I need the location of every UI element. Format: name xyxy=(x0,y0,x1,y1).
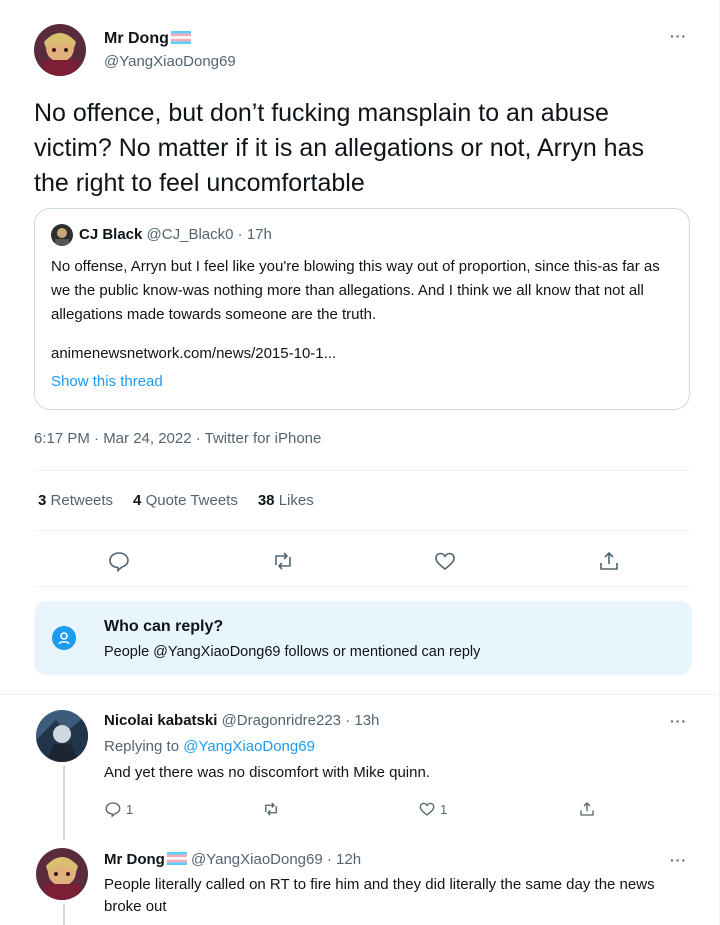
like-count: 1 xyxy=(440,801,448,817)
reply-time: · 13h xyxy=(345,712,380,729)
share-icon xyxy=(580,802,594,816)
like-icon xyxy=(419,802,435,816)
retweets-count: 3 xyxy=(38,492,47,509)
reply-time: · 12h xyxy=(326,851,362,868)
quotes-count: 4 xyxy=(133,492,142,509)
quoted-avatar[interactable] xyxy=(51,224,73,246)
who-can-reply-box: Who can reply? People @YangXiaoDong69 fo… xyxy=(34,601,692,675)
quoted-handle[interactable]: @CJ_Black0 xyxy=(147,226,234,243)
retweets-stat[interactable]: 3 Retweets xyxy=(38,492,113,509)
avatar[interactable] xyxy=(36,848,88,900)
tweet-stats: 3 Retweets 4 Quote Tweets 38 Likes xyxy=(38,492,314,509)
reply-handle[interactable]: @YangXiaoDong69 xyxy=(191,851,323,868)
reply-header: Mr Dong @YangXiaoDong69 · 12h xyxy=(104,851,361,868)
replying-prefix: Replying to xyxy=(104,738,180,755)
thread-line xyxy=(63,904,65,925)
tweet-timestamp[interactable]: 6:17 PM · Mar 24, 2022 · Twitter for iPh… xyxy=(34,430,321,447)
reply-button[interactable]: 1 xyxy=(104,800,133,820)
reply-icon xyxy=(105,802,121,818)
trans-flag-icon xyxy=(166,852,187,865)
reply-count: 1 xyxy=(126,801,134,817)
more-options-icon[interactable]: ··· xyxy=(670,713,687,729)
retweet-icon[interactable] xyxy=(268,546,298,576)
quoted-text: No offense, Arryn but I feel like you're… xyxy=(51,258,660,323)
quoted-display-name[interactable]: CJ Black xyxy=(79,226,142,243)
quoted-header: CJ Black @CJ_Black0 · 17h xyxy=(79,226,272,243)
share-button[interactable] xyxy=(578,800,596,820)
reply-display-name[interactable]: Nicolai kabatski xyxy=(104,712,217,729)
tweet-text: No offence, but don’t fucking mansplain … xyxy=(34,99,644,197)
likes-label: Likes xyxy=(278,492,314,509)
share-icon[interactable] xyxy=(594,546,624,576)
reply-header: Nicolai kabatski @Dragonridre223 · 13h xyxy=(104,712,379,729)
quoted-time: · 17h xyxy=(237,226,272,243)
quotes-stat[interactable]: 4 Quote Tweets xyxy=(133,492,238,509)
who-can-reply-title: Who can reply? xyxy=(104,618,224,635)
retweet-icon xyxy=(265,802,277,816)
quoted-link[interactable]: animenewsnetwork.com/news/2015-10-1... xyxy=(51,345,336,362)
like-button[interactable]: 1 xyxy=(418,800,447,820)
display-name[interactable]: Mr Dong xyxy=(104,30,191,48)
who-can-reply-subtitle: People @YangXiaoDong69 follows or mentio… xyxy=(104,644,481,660)
divider xyxy=(34,586,690,587)
reply-display-name[interactable]: Mr Dong xyxy=(104,851,165,868)
main-tweet-header: Mr Dong @YangXiaoDong69 xyxy=(34,22,678,82)
replying-to: Replying to @YangXiaoDong69 xyxy=(104,738,315,755)
quotes-label: Quote Tweets xyxy=(145,492,238,509)
avatar[interactable] xyxy=(36,710,88,762)
replying-to-link[interactable]: @YangXiaoDong69 xyxy=(183,738,315,755)
handle[interactable]: @YangXiaoDong69 xyxy=(104,53,236,70)
divider xyxy=(34,470,690,471)
reply-text: And yet there was no discomfort with Mik… xyxy=(104,764,430,781)
thread-line xyxy=(63,766,65,840)
reply-handle[interactable]: @Dragonridre223 xyxy=(222,712,341,729)
retweet-button[interactable] xyxy=(262,800,280,820)
likes-count: 38 xyxy=(257,492,275,509)
quoted-tweet[interactable]: CJ Black @CJ_Black0 · 17h No offense, Ar… xyxy=(34,208,690,410)
display-name-text[interactable]: Mr Dong xyxy=(104,30,169,47)
show-thread-link[interactable]: Show this thread xyxy=(51,373,163,390)
more-options-icon[interactable]: ··· xyxy=(670,28,687,44)
more-options-icon[interactable]: ··· xyxy=(670,852,687,868)
retweets-label: Retweets xyxy=(50,492,114,509)
divider xyxy=(0,694,720,695)
like-icon[interactable] xyxy=(430,546,460,576)
trans-flag-icon xyxy=(170,31,191,44)
divider xyxy=(34,530,690,531)
reply-text: People literally called on RT to fire hi… xyxy=(104,876,655,915)
avatar[interactable] xyxy=(34,24,86,76)
likes-stat[interactable]: 38 Likes xyxy=(258,492,314,509)
mention-icon xyxy=(52,626,76,650)
tweet-thread: Mr Dong @YangXiaoDong69 ··· No offence, … xyxy=(0,0,720,925)
reply-icon[interactable] xyxy=(104,546,134,576)
